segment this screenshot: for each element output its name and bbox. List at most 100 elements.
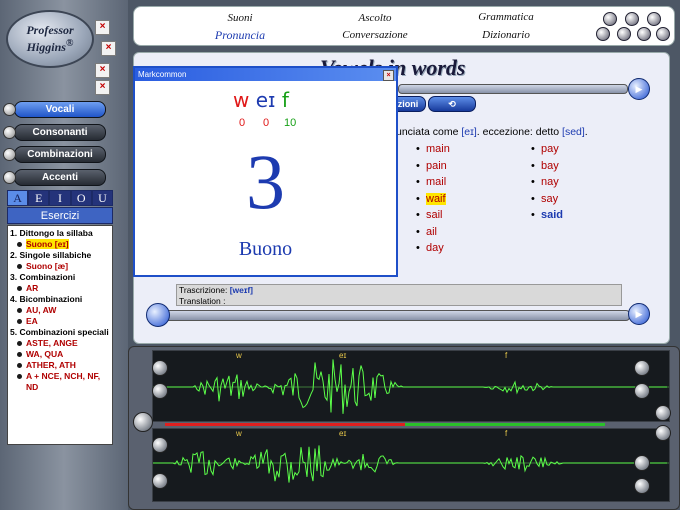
esercizi-header: Esercizi [7, 207, 113, 224]
slider-handle-icon[interactable] [146, 303, 170, 327]
play-icon[interactable]: ▶ [628, 78, 650, 100]
score-dialog: Markcommon × w eɪ f 0 0 10 3 Buono [133, 66, 398, 277]
close-icon[interactable]: × [95, 20, 110, 35]
exercise-heading: 3. Combinazioni [10, 272, 76, 282]
print-icon[interactable] [596, 27, 610, 41]
phoneme: eɪ [255, 88, 276, 112]
volume-icon[interactable] [634, 360, 650, 376]
word-item[interactable]: said [531, 207, 563, 224]
word-item[interactable]: sail [416, 207, 450, 224]
word-item[interactable]: nay [531, 174, 563, 191]
zoom-icon[interactable] [634, 383, 650, 399]
word-item[interactable]: main [416, 141, 450, 158]
loop-icon[interactable] [634, 455, 650, 471]
word-item[interactable]: pain [416, 158, 450, 175]
rule-ipa: [eɪ] [461, 126, 477, 138]
bullet-icon [17, 363, 22, 368]
bullet-icon [17, 319, 22, 324]
menu-dizionario[interactable]: Dizionario [466, 29, 546, 41]
exercise-item[interactable]: A + NCE, NCH, NF, ND [10, 371, 110, 393]
menu-pronuncia[interactable]: Pronuncia [200, 28, 280, 43]
phoneme-score: 0 [239, 117, 246, 129]
bullet-icon [17, 286, 22, 291]
user-waveform [152, 428, 670, 502]
vowel-tab-o[interactable]: O [70, 190, 92, 206]
exercise-item[interactable]: EA [10, 316, 110, 327]
led-icon [3, 148, 16, 161]
word-item[interactable]: bay [531, 158, 563, 175]
reference-waveform [152, 350, 670, 422]
close-icon[interactable]: × [95, 80, 110, 95]
menu-conversazione[interactable]: Conversazione [330, 29, 420, 41]
settings-icon[interactable] [634, 478, 650, 494]
nav-label: Vocali [45, 104, 75, 115]
exercise-item[interactable]: AR [10, 283, 110, 294]
progress-slider[interactable] [398, 84, 628, 94]
minimize-icon[interactable] [603, 12, 617, 26]
restore-icon[interactable] [625, 12, 639, 26]
word-item[interactable]: mail [416, 174, 450, 191]
close-icon[interactable]: × [101, 41, 116, 56]
reference-waveform-graph [153, 359, 669, 414]
exercise-item[interactable]: AU, AW [10, 305, 110, 316]
microphone-icon[interactable] [133, 412, 153, 432]
stop-icon[interactable] [152, 383, 168, 399]
repeat-icon[interactable]: ⟲ [428, 96, 476, 112]
word-item[interactable]: pay [531, 141, 563, 158]
play-reference-icon[interactable] [152, 360, 168, 376]
help-icon[interactable] [656, 27, 670, 41]
vowel-tabs: A E I O U [7, 190, 114, 206]
nav-label: Accenti [41, 172, 79, 183]
speaker-icon[interactable] [655, 405, 671, 421]
rule-text: . eccezione: detto [476, 126, 563, 138]
match-bar [405, 423, 605, 426]
vowel-tab-i[interactable]: I [49, 190, 71, 206]
play-recording-icon[interactable] [152, 437, 168, 453]
bullet-icon [17, 264, 22, 269]
play-icon[interactable]: ▶ [628, 303, 650, 325]
word-item[interactable]: waif [416, 191, 450, 208]
speaker-icon[interactable] [655, 425, 671, 441]
exercise-heading: 2. Singole sillabiche [10, 250, 92, 260]
exercise-item[interactable]: ATHER, ATH [10, 360, 110, 371]
menu-suoni[interactable]: Suoni [200, 12, 280, 24]
nav-label: Combinazioni [27, 149, 93, 160]
close-icon[interactable]: × [383, 70, 394, 81]
exercise-item[interactable]: ASTE, ANGE [10, 338, 110, 349]
transcription-value: [weɪf] [229, 285, 253, 295]
dialog-title: Markcommon [135, 68, 396, 81]
vowel-tab-u[interactable]: U [91, 190, 114, 206]
settings-icon[interactable] [617, 27, 631, 41]
wave-label: w [236, 351, 242, 360]
word-item[interactable]: day [416, 240, 450, 257]
exercise-heading: 4. Bicombinazioni [10, 294, 83, 304]
nav-button-accenti[interactable]: Accenti [3, 169, 106, 186]
close-window-icon[interactable] [647, 12, 661, 26]
exercise-item[interactable]: Suono [æ] [10, 261, 110, 272]
bullet-icon [17, 352, 22, 357]
exercise-item[interactable]: Suono [eɪ] [10, 239, 110, 250]
close-icon[interactable]: × [95, 63, 110, 78]
exercise-item[interactable]: WA, QUA [10, 349, 110, 360]
nav-button-vocali[interactable]: Vocali [3, 101, 106, 118]
wave-label: w [236, 429, 242, 438]
word-item[interactable]: ail [416, 224, 450, 241]
word-item[interactable]: say [531, 191, 563, 208]
vowel-tab-a[interactable]: A [7, 190, 29, 206]
transcription-label: Trascrizione: [179, 285, 228, 295]
nav-button-combinazioni[interactable]: Combinazioni [3, 146, 106, 163]
wave-label: eɪ [339, 429, 347, 438]
logo-line1: Professor [26, 23, 74, 37]
translation-label: Translation : [179, 295, 226, 306]
record-icon[interactable] [152, 473, 168, 489]
phoneme-score: 10 [284, 117, 297, 129]
led-icon [3, 126, 16, 139]
menu-grammatica[interactable]: Grammatica [466, 11, 546, 23]
audio-slider[interactable] [150, 310, 630, 321]
menu-ascolto[interactable]: Ascolto [335, 12, 415, 24]
nav-button-consonanti[interactable]: Consonanti [3, 124, 106, 141]
speaker-icon[interactable] [637, 27, 651, 41]
error-bar [165, 423, 405, 426]
exercise-list: 1. Dittongo la sillaba Suono [eɪ] 2. Sin… [7, 225, 113, 445]
vowel-tab-e[interactable]: E [28, 190, 50, 206]
